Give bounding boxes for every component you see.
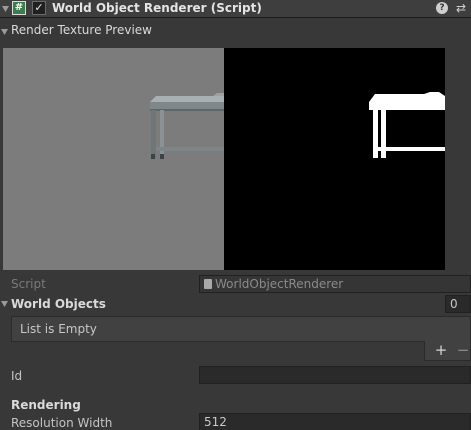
preview-mask-image [224, 48, 445, 270]
world-objects-label[interactable]: World Objects [11, 297, 106, 311]
settings-icon[interactable]: ⇄ [454, 0, 468, 16]
script-asset-icon [204, 279, 212, 289]
script-field: WorldObjectRenderer [199, 275, 471, 293]
foldout-arrow-icon [1, 29, 8, 35]
component-header: # ✓ World Object Renderer (Script) ? ⇄ [0, 0, 471, 18]
world-objects-size-field[interactable]: 0 [445, 295, 471, 313]
component-title: World Object Renderer (Script) [52, 1, 262, 15]
script-icon: # [12, 1, 26, 15]
world-objects-list: List is Empty [11, 316, 471, 342]
preview-color-image [3, 48, 224, 270]
id-label: Id [11, 369, 23, 383]
list-empty-text: List is Empty [20, 322, 97, 336]
remove-item-button[interactable]: − [455, 341, 471, 360]
script-value: WorldObjectRenderer [215, 277, 344, 291]
foldout-arrow-icon[interactable] [2, 5, 10, 13]
rendering-header: Rendering [11, 398, 81, 412]
table-mask-image [369, 92, 445, 158]
list-footer: + − [424, 341, 471, 361]
help-icon[interactable]: ? [436, 2, 448, 14]
preview-title: Render Texture Preview [11, 23, 152, 37]
add-item-button[interactable]: + [433, 341, 449, 360]
component-enabled-checkbox[interactable]: ✓ [32, 1, 46, 15]
preview-margin [445, 48, 471, 270]
id-input[interactable] [199, 366, 471, 384]
script-label: Script [11, 277, 46, 291]
table-render-image [150, 93, 224, 159]
resolution-width-input[interactable]: 512 [199, 413, 471, 430]
preview-foldout[interactable]: Render Texture Preview [0, 23, 471, 40]
world-objects-foldout-icon[interactable] [1, 300, 9, 308]
resolution-width-label: Resolution Width [11, 416, 113, 430]
